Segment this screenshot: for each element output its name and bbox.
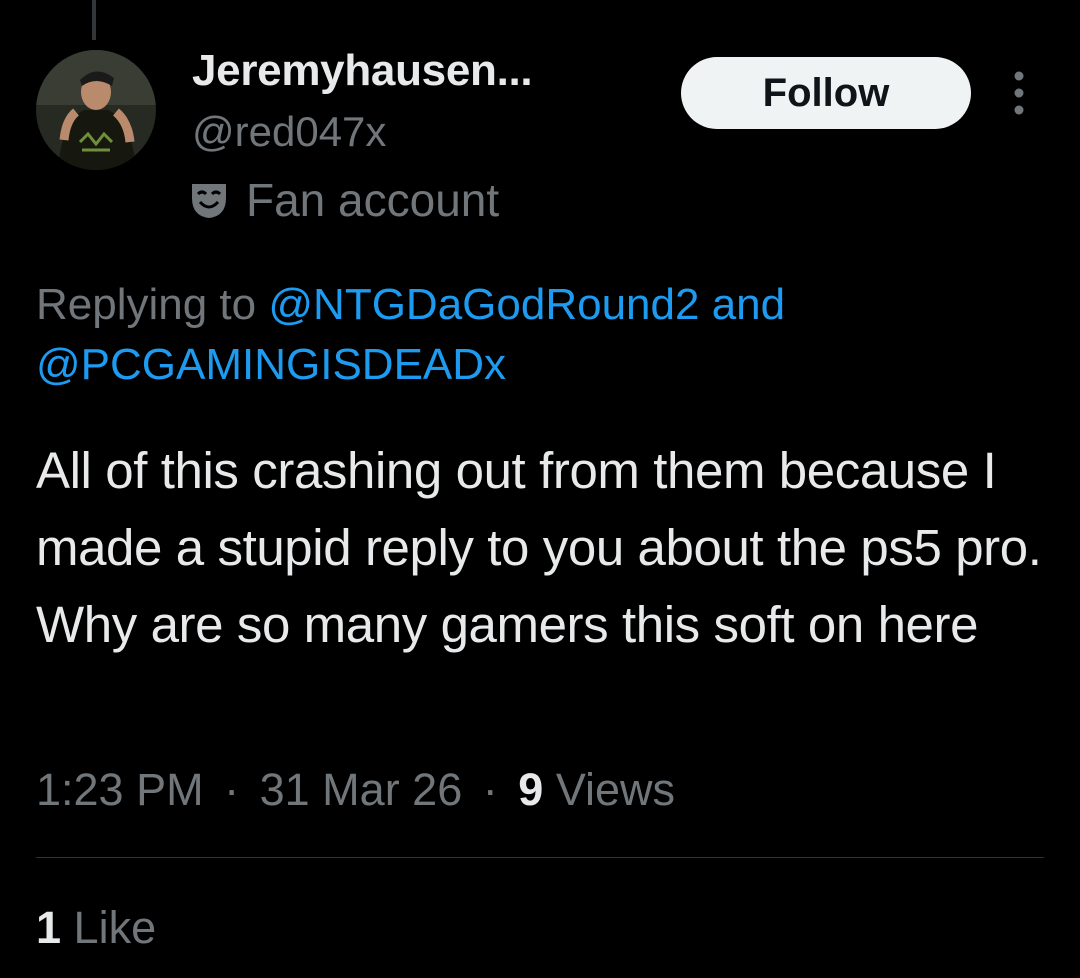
views-label: Views	[555, 764, 676, 815]
tweet-meta: 1:23 PM · 31 Mar 26 · 9 Views	[36, 762, 675, 818]
reply-joiner: and	[711, 280, 786, 329]
avatar[interactable]	[36, 50, 156, 170]
reply-context: Replying to @NTGDaGodRound2 and @PCGAMIN…	[36, 275, 1046, 395]
likes-label: Like	[73, 902, 157, 953]
tweet-text: All of this crashing out from them becau…	[36, 442, 1042, 653]
author-handle[interactable]: @red047x	[192, 108, 386, 156]
author-display-name[interactable]: Jeremyhausen...	[192, 46, 533, 96]
views-count: 9	[518, 764, 544, 815]
more-vertical-icon	[1014, 71, 1024, 115]
account-label-text: Fan account	[246, 174, 500, 226]
likes-stat[interactable]: 1 Like	[36, 900, 156, 956]
likes-count: 1	[36, 902, 62, 953]
more-options-button[interactable]	[1004, 70, 1034, 116]
reply-mention-link[interactable]: @NTGDaGodRound2	[268, 280, 699, 329]
thread-connector-line	[92, 0, 96, 40]
tweet-date[interactable]: 31 Mar 26	[260, 764, 463, 815]
meta-separator: ·	[224, 764, 240, 815]
reply-prefix: Replying to	[36, 280, 257, 329]
reply-mention-link[interactable]: @PCGAMINGISDEADx	[36, 340, 506, 389]
meta-separator: ·	[482, 764, 498, 815]
account-label: Fan account	[190, 172, 499, 228]
divider	[36, 857, 1044, 858]
avatar-image	[36, 50, 156, 170]
follow-button[interactable]: Follow	[681, 57, 971, 129]
tweet-time[interactable]: 1:23 PM	[36, 764, 204, 815]
theater-masks-icon	[192, 184, 226, 218]
